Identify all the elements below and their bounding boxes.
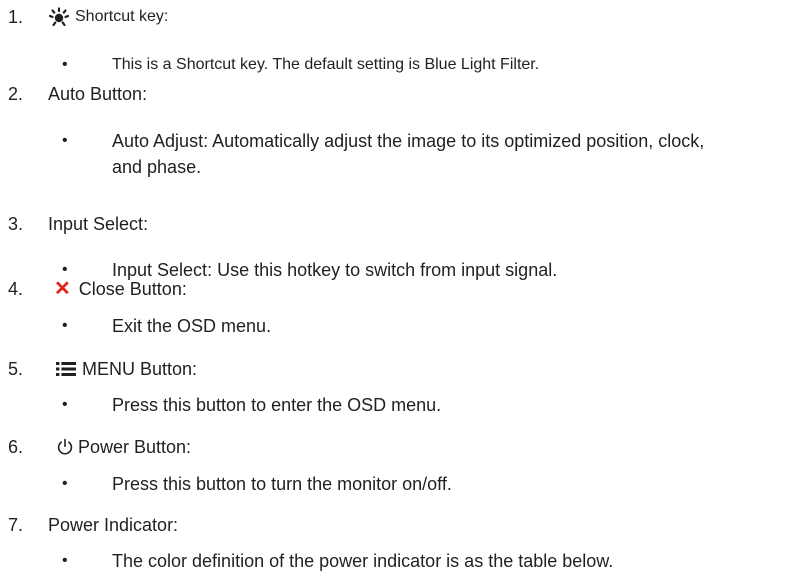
item-bullet: • Press this button to enter the OSD men… [0, 392, 785, 418]
item-title: Close Button: [78, 278, 187, 299]
item-heading: 5. MENU Button: [0, 356, 785, 382]
item-title: Power Indicator: [48, 514, 179, 535]
bullet-text: Press this button to enter the OSD menu. [112, 395, 442, 415]
list-item-menu-button: 5. MENU Button: • Press this button to e… [0, 356, 785, 418]
power-icon [56, 438, 74, 456]
item-number: 1. [8, 6, 24, 27]
item-bullet: • Press this button to turn the monitor … [0, 471, 785, 497]
item-title: Shortcut key: [75, 8, 169, 25]
bullet-text: Auto Adjust: Automatically adjust the im… [112, 131, 705, 177]
item-heading: 1. Shortcut key: [0, 4, 785, 30]
bullet-mark: • [62, 552, 68, 569]
manual-page: 1. Shortcut key: • This is a Shortcut ke… [0, 0, 785, 582]
list-item-shortcut-key: 1. Shortcut key: • This is a Shortcut ke… [0, 4, 785, 78]
item-number: 5. [8, 358, 24, 379]
bullet-mark: • [62, 56, 68, 73]
item-number: 3. [8, 213, 24, 234]
list-item-power-indicator: 7. Power Indicator: • The color definiti… [0, 512, 785, 574]
item-title: MENU Button: [82, 358, 198, 379]
item-title: Input Select: [48, 213, 149, 234]
item-title: Auto Button: [48, 83, 148, 104]
list-item-auto-button: 2. Auto Button: • Auto Adjust: Automatic… [0, 81, 785, 180]
list-item-close-button: 4. ✕ Close Button: • Exit the OSD menu. [0, 276, 785, 339]
item-title: Power Button: [78, 436, 192, 457]
item-bullet: • Auto Adjust: Automatically adjust the … [0, 128, 750, 180]
brightness-sun-icon [48, 7, 70, 27]
item-number: 4. [8, 278, 24, 299]
item-heading: 2. Auto Button: [0, 81, 785, 107]
bullet-mark: • [62, 132, 68, 149]
item-bullet: • This is a Shortcut key. The default se… [0, 52, 785, 78]
bullet-mark: • [62, 317, 68, 334]
item-number: 2. [8, 83, 24, 104]
item-number: 6. [8, 436, 24, 457]
bullet-text: Exit the OSD menu. [112, 316, 272, 336]
item-bullet: • Exit the OSD menu. [0, 313, 785, 339]
close-x-icon: ✕ [54, 278, 71, 300]
item-heading: 7. Power Indicator: [0, 512, 785, 538]
bullet-text: Press this button to turn the monitor on… [112, 474, 452, 494]
menu-list-icon [56, 361, 76, 377]
bullet-mark: • [62, 475, 68, 492]
bullet-text: The color definition of the power indica… [112, 551, 614, 571]
bullet-mark: • [62, 396, 68, 413]
item-heading: 4. ✕ Close Button: [0, 276, 785, 302]
list-item-power-button: 6. Power Button: • Press this button to … [0, 434, 785, 497]
list-item-input-select: 3. Input Select: • Input Select: Use thi… [0, 211, 785, 283]
item-number: 7. [8, 514, 24, 535]
item-bullet: • The color definition of the power indi… [0, 548, 785, 574]
bullet-text: This is a Shortcut key. The default sett… [112, 56, 540, 73]
item-heading: 6. Power Button: [0, 434, 785, 460]
item-heading: 3. Input Select: [0, 211, 785, 237]
